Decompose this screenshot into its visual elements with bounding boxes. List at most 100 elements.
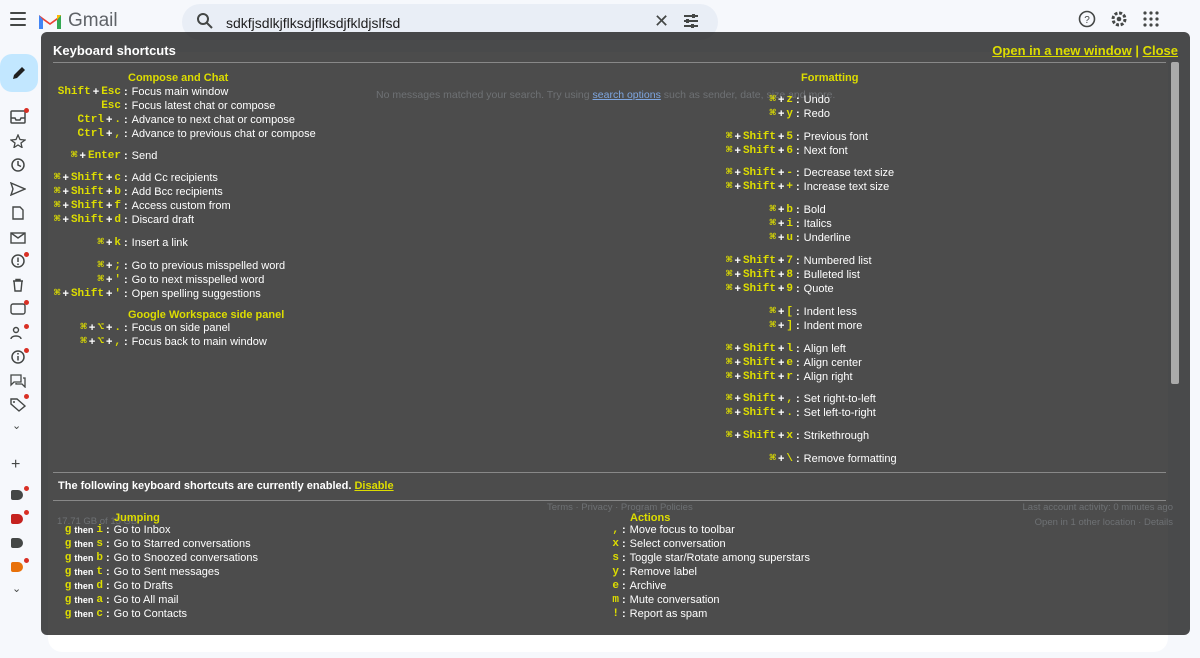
plus-separator: + [62,186,69,198]
apps-icon[interactable] [1142,10,1160,28]
shortcut-keys: ⌘ + Shift +9 [725,282,793,296]
promotions-icon[interactable] [10,398,26,412]
shortcut-description: Decrease text size [803,167,895,179]
shortcut-key: ⌘ [80,322,87,334]
then-separator: then [74,525,94,535]
shortcut-row: ⌘ + u: Underline [725,231,850,245]
shortcut-keys: ⌘ + Shift + d [53,213,121,227]
shortcut-key: . [114,322,121,334]
shortcut-key: ] [786,320,793,332]
colon: : [106,524,110,536]
shortcut-key: Shift [742,371,776,383]
notification-dot [24,394,29,399]
shortcut-key: Shift [742,181,776,193]
shortcut-keys: ⌘ + Shift + x [725,429,793,443]
gmail-logo[interactable]: Gmail [38,10,118,32]
shortcut-row: !: Report as spam [569,607,707,621]
shortcut-key: ⌘ [769,108,776,120]
shortcut-key: ⌘ [769,320,776,332]
add-label-icon[interactable]: + [11,456,20,474]
shortcut-key: ⌘ [53,172,61,184]
shortcut-key: ⌘ [725,393,733,405]
shortcut-keys: ⌘ + ' [53,273,121,287]
colon: : [796,283,800,295]
open-new-window-link[interactable]: Open in a new window [992,43,1131,58]
clear-icon[interactable]: ✕ [654,12,669,30]
shortcut-key: ⌘ [769,94,776,106]
send-icon[interactable] [10,182,26,196]
open-location[interactable]: Open in 1 other location · Details [1035,517,1173,528]
notification-dot [24,300,29,305]
plus-separator: + [777,167,785,179]
shortcut-keys: g then a [53,593,103,607]
shortcut-key: Shift [742,167,776,179]
plus-separator: + [777,453,785,465]
shortcut-key: ⌘ [769,453,776,465]
scrollbar[interactable] [1171,62,1179,384]
chevron-down-icon[interactable]: ⌄ [12,419,21,432]
shortcut-keys: Esc [53,99,121,113]
shortcut-key: 8 [786,269,793,281]
plus-separator: + [734,131,741,143]
shortcut-description: Go to Drafts [113,580,173,592]
star-icon[interactable] [10,134,26,148]
shortcut-keys: ⌘ + Shift + r [725,370,793,384]
shortcut-key: a [96,594,103,606]
close-link[interactable]: Close [1143,43,1178,58]
shortcut-description: Go to All mail [113,594,179,606]
plus-separator: + [777,255,785,267]
label-tag-icon[interactable] [11,562,23,572]
shortcut-key: - [786,167,793,179]
shortcut-key: s [612,552,619,564]
disable-link[interactable]: Disable [354,480,393,492]
shortcut-row: ⌘ + Shift + +: Increase text size [725,180,889,194]
plus-separator: + [777,320,785,332]
shortcut-key: Ctrl [77,114,104,126]
search-icon[interactable] [196,12,214,30]
shortcut-key: Ctrl [77,128,104,140]
shortcut-key: g [64,594,72,606]
colon: : [796,393,800,405]
all-mail-icon[interactable] [10,230,26,244]
shortcut-row: ⌘ + Shift +8: Bulleted list [725,268,860,282]
shortcut-key: ! [612,608,619,620]
footer-links[interactable]: Terms · Privacy · Program Policies [547,502,693,513]
plus-separator: + [62,172,69,184]
shortcut-keys: ⌘ + b [725,203,793,217]
shortcut-row: ⌘ + i: Italics [725,217,831,231]
then-separator: then [74,595,94,605]
plus-separator: + [92,86,100,98]
shortcut-row: ,: Move focus to toolbar [569,523,734,537]
settings-icon[interactable] [1110,10,1128,28]
colon: : [796,181,800,193]
menu-icon[interactable] [10,12,26,26]
shortcut-key: ⌘ [725,357,733,369]
notification-dot [24,324,29,329]
label-tag-icon[interactable] [11,538,23,548]
label-tag-icon[interactable] [11,514,23,524]
tune-icon[interactable] [682,12,700,30]
colon: : [124,214,128,226]
trash-icon[interactable] [10,278,26,292]
compose-button[interactable] [0,54,38,92]
search-options-link[interactable]: search options [593,89,661,101]
draft-icon[interactable] [10,206,26,220]
label-tag-icon[interactable] [11,490,23,500]
help-icon[interactable]: ? [1078,10,1096,28]
shortcut-key: y [786,108,793,120]
left-nav: ⌄ + ⌄ [0,44,40,658]
notification-dot [24,348,29,353]
shortcut-key: \ [786,453,793,465]
shortcut-key: Shift [742,407,776,419]
shortcut-keys: g then t [53,565,103,579]
chevron-down-icon[interactable]: ⌄ [12,582,21,595]
notification-dot [24,486,29,491]
shortcut-key: z [786,94,793,106]
colon: : [124,172,128,184]
shortcut-description: Next font [803,145,848,157]
shortcut-row: ⌘ + Shift +5: Previous font [725,130,868,144]
plus-separator: + [734,145,741,157]
clock-icon[interactable] [10,158,26,172]
shortcut-keys: ⌘ + Shift + ' [53,287,121,301]
forums-icon[interactable] [10,374,26,388]
